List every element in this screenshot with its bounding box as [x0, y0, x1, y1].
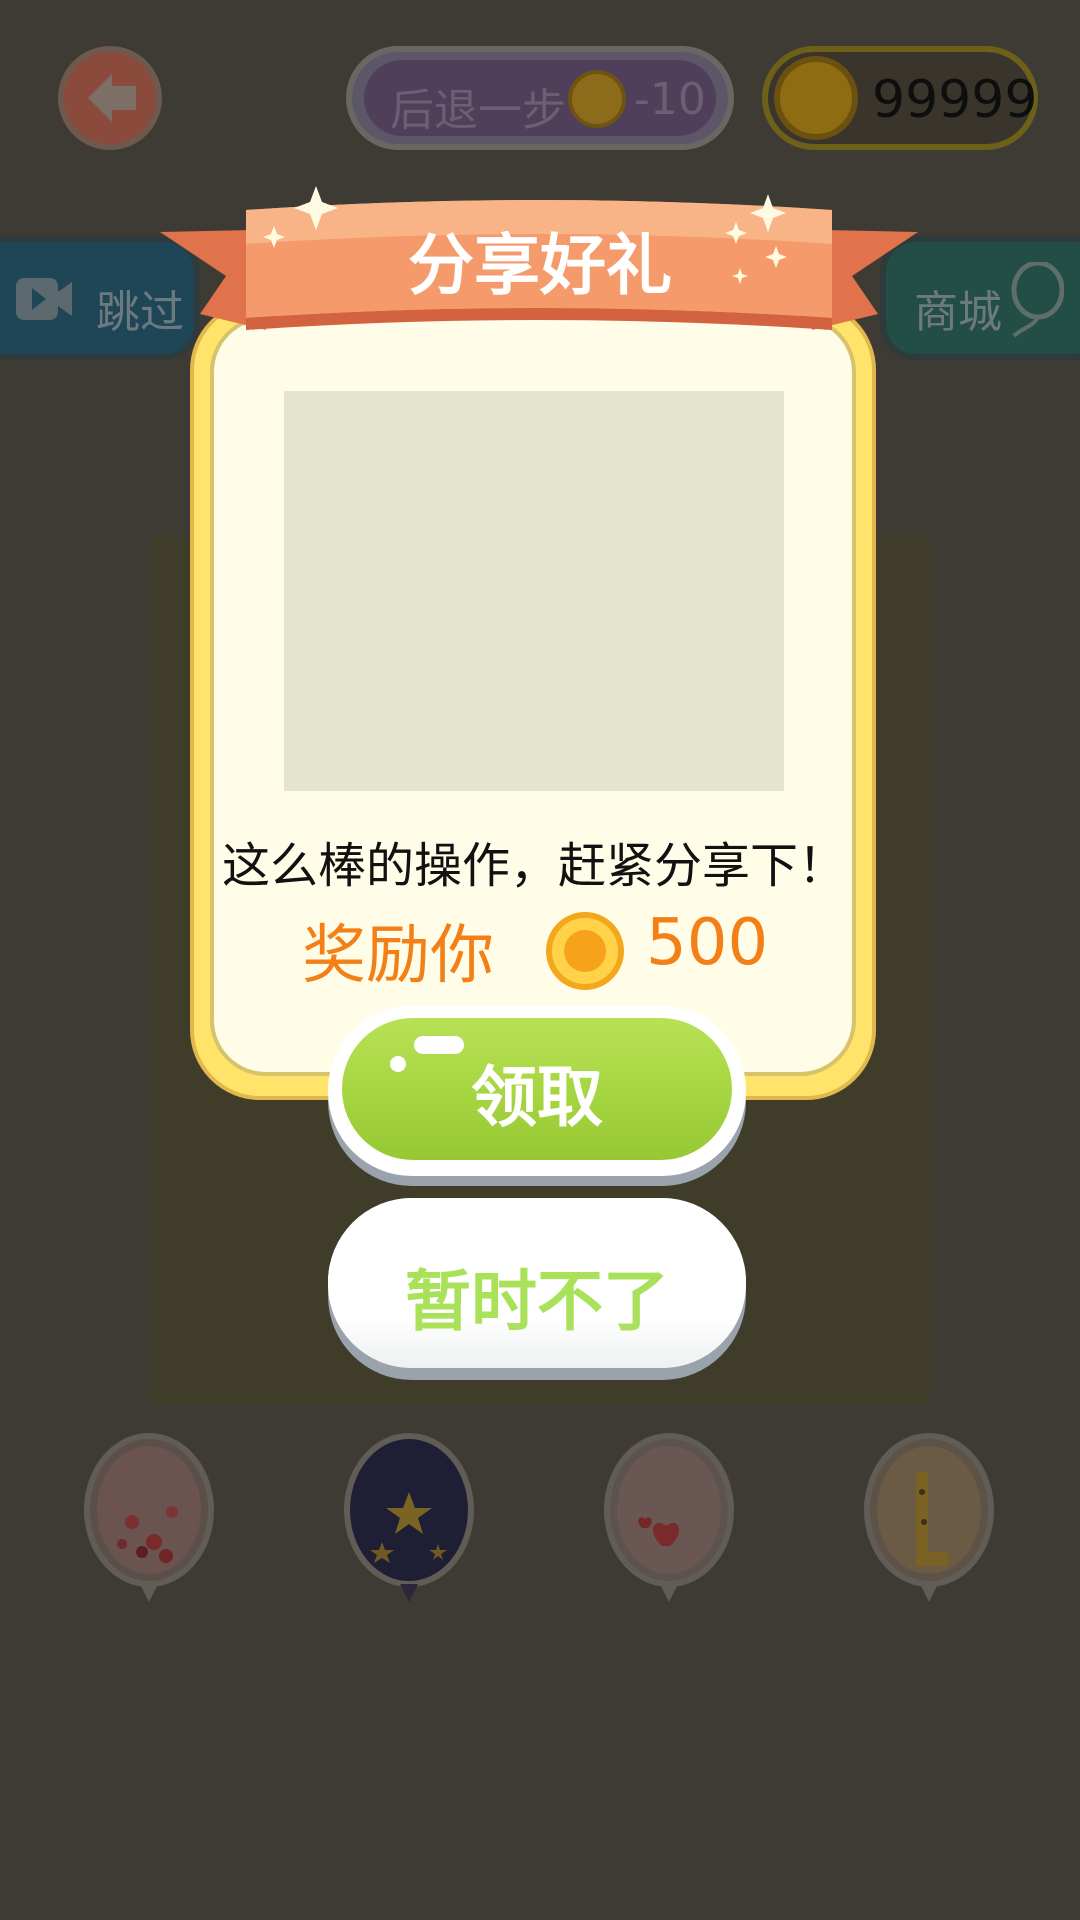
coin-balance: 99999 — [762, 46, 1038, 150]
coin-icon — [774, 56, 858, 140]
share-preview-image — [284, 391, 784, 791]
undo-button[interactable]: 后退一步 -10 — [346, 46, 734, 150]
back-button[interactable] — [58, 46, 162, 150]
coin-icon-inner — [564, 930, 606, 972]
balloon-icon — [1011, 262, 1064, 338]
star-balloon[interactable] — [342, 1432, 476, 1612]
decline-button[interactable]: 暂时不了 — [328, 1198, 746, 1368]
claim-label: 领取 — [471, 1059, 603, 1136]
undo-cost: -10 — [634, 74, 706, 125]
dialog-title: 分享好礼 — [408, 227, 672, 304]
shop-label: 商城 — [914, 287, 1002, 338]
undo-label: 后退一步 — [390, 85, 566, 136]
coin-icon — [568, 70, 626, 128]
claim-button[interactable]: 领取 — [328, 1006, 746, 1176]
back-arrow-icon — [88, 74, 136, 122]
decline-label: 暂时不了 — [405, 1263, 669, 1340]
reward-amount: 500 — [646, 906, 769, 980]
heart-balloon[interactable] — [602, 1432, 736, 1612]
share-message: 这么棒的操作，赶紧分享下！ — [221, 838, 846, 894]
claim-button-face: 领取 — [342, 1018, 732, 1160]
coin-icon — [546, 912, 624, 990]
video-icon — [16, 278, 72, 320]
coin-count: 99999 — [872, 70, 1038, 130]
decline-button-face: 暂时不了 — [328, 1198, 746, 1368]
reward-label: 奖励你 — [302, 919, 494, 993]
giraffe-balloon[interactable] — [862, 1432, 996, 1612]
red-confetti-balloon[interactable] — [82, 1432, 216, 1612]
